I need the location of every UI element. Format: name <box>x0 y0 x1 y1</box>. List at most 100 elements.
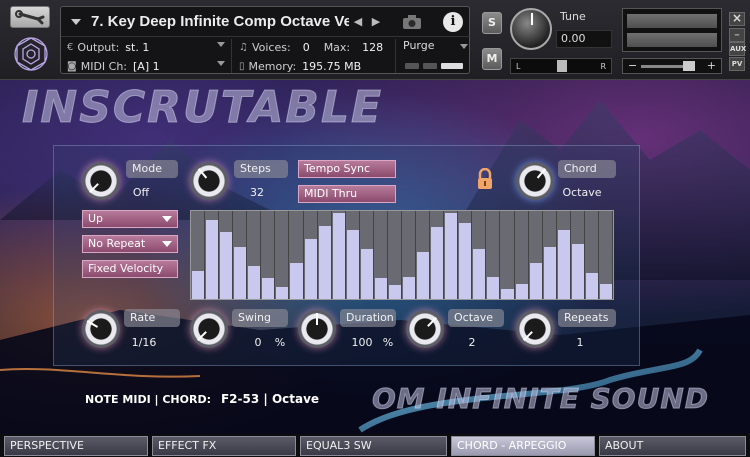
tab-effect-fx[interactable]: EFFECT FX <box>152 436 296 456</box>
step-column[interactable] <box>458 211 473 299</box>
output-row[interactable]: € Output: st. 1 <box>67 38 225 56</box>
step-column[interactable] <box>191 211 206 299</box>
voices-row: ♫ Voices: 0 Max: 128 <box>239 38 383 56</box>
purge-meter <box>423 63 437 69</box>
midi-channel-row[interactable]: ◙ MIDI Ch: [A] 1 <box>67 57 225 75</box>
volume-slider[interactable]: − + <box>622 58 722 74</box>
step-column[interactable] <box>388 211 402 299</box>
tune-knob[interactable] <box>510 8 552 50</box>
close-icon[interactable]: × <box>729 12 745 26</box>
step-bar <box>501 289 514 299</box>
solo-button[interactable]: S <box>482 12 502 34</box>
step-column[interactable] <box>430 211 445 299</box>
minimize-icon[interactable]: − <box>729 28 745 42</box>
tab-equal3-sw[interactable]: EQUAL3 SW <box>300 436 447 456</box>
tab-about[interactable]: ABOUT <box>599 436 746 456</box>
midi-thru-button[interactable]: MIDI Thru <box>298 185 396 203</box>
volume-minus-icon[interactable]: − <box>628 59 637 72</box>
max-voices-value[interactable]: 128 <box>362 41 383 54</box>
instrument-name[interactable]: 7. Key Deep Infinite Comp Octave Velo <box>91 13 349 30</box>
step-bar <box>304 239 317 299</box>
repeat-mode-dropdown[interactable]: No Repeat <box>82 235 178 253</box>
volume-handle[interactable] <box>683 61 695 71</box>
tab-perspective[interactable]: PERSPECTIVE <box>4 436 148 456</box>
step-bar <box>459 223 472 299</box>
tune-value[interactable]: 0.00 <box>556 30 612 48</box>
step-column[interactable] <box>515 211 529 299</box>
direction-dropdown-icon <box>162 216 172 222</box>
rate-knob[interactable] <box>82 310 120 348</box>
step-column[interactable] <box>374 211 388 299</box>
collapse-arrow-icon[interactable] <box>71 18 81 25</box>
aux-button[interactable]: AUX <box>729 42 746 56</box>
output-dropdown-icon[interactable] <box>217 42 225 47</box>
chord-knob[interactable] <box>516 162 554 200</box>
direction-value: Up <box>88 212 104 225</box>
step-column[interactable] <box>543 211 557 299</box>
pv-button[interactable]: PV <box>729 57 745 71</box>
purge-dropdown-icon <box>460 44 468 49</box>
step-column[interactable] <box>557 211 571 299</box>
step-bar <box>332 213 345 299</box>
step-column[interactable] <box>233 211 248 299</box>
swing-knob[interactable] <box>190 310 228 348</box>
previous-instrument-icon[interactable]: ◀ <box>349 15 367 28</box>
steps-knob[interactable] <box>190 162 228 200</box>
step-column[interactable] <box>402 211 417 299</box>
step-sequencer-grid[interactable] <box>190 210 614 300</box>
repeats-knob[interactable] <box>516 310 554 348</box>
step-column[interactable] <box>599 211 613 299</box>
octave-knob[interactable] <box>406 310 444 348</box>
tempo-sync-button[interactable]: Tempo Sync <box>298 160 396 178</box>
step-column[interactable] <box>332 211 346 299</box>
step-bar <box>220 232 233 299</box>
step-column[interactable] <box>585 211 599 299</box>
step-column[interactable] <box>472 211 487 299</box>
octave-label: Octave <box>448 309 504 327</box>
camera-icon[interactable] <box>401 13 423 31</box>
step-column[interactable] <box>444 211 459 299</box>
output-value[interactable]: st. 1 <box>125 41 149 54</box>
lock-icon[interactable] <box>476 167 494 190</box>
step-column[interactable] <box>346 211 360 299</box>
duration-knob[interactable] <box>298 310 336 348</box>
next-instrument-icon[interactable]: ▶ <box>367 15 385 28</box>
rate-label: Rate <box>124 309 180 327</box>
step-bar <box>276 287 289 299</box>
step-bar <box>318 226 331 299</box>
step-column[interactable] <box>205 211 220 299</box>
step-column[interactable] <box>275 211 290 299</box>
step-column[interactable] <box>219 211 234 299</box>
step-column[interactable] <box>360 211 374 299</box>
mode-knob[interactable] <box>82 162 120 200</box>
step-bar <box>515 284 528 299</box>
wrench-icon[interactable] <box>10 6 50 28</box>
step-column[interactable] <box>416 211 431 299</box>
swing-unit: % <box>274 336 286 349</box>
pan-handle[interactable] <box>557 60 567 72</box>
purge-dropdown[interactable]: Purge <box>403 39 468 52</box>
velocity-mode-button[interactable]: Fixed Velocity <box>82 260 178 278</box>
step-column[interactable] <box>247 211 262 299</box>
swing-label: Swing <box>232 309 288 327</box>
step-column[interactable] <box>304 211 318 299</box>
step-column[interactable] <box>500 211 515 299</box>
kontakt-logo-icon <box>10 34 52 74</box>
step-column[interactable] <box>261 211 276 299</box>
midi-channel-value[interactable]: [A] 1 <box>133 60 160 73</box>
mode-value: Off <box>132 186 150 199</box>
step-column[interactable] <box>571 211 585 299</box>
pan-slider[interactable]: L R <box>510 58 612 74</box>
volume-plus-icon[interactable]: + <box>707 59 716 72</box>
step-column[interactable] <box>289 211 304 299</box>
direction-dropdown[interactable]: Up <box>82 210 178 228</box>
step-column[interactable] <box>486 211 501 299</box>
midi-dropdown-icon[interactable] <box>217 61 225 66</box>
step-column[interactable] <box>318 211 332 299</box>
purge-meter <box>405 63 419 69</box>
repeats-value: 1 <box>576 336 584 349</box>
info-icon[interactable]: i <box>443 12 463 32</box>
mute-button[interactable]: M <box>482 48 502 70</box>
step-column[interactable] <box>529 211 543 299</box>
tab-chord-arpeggio[interactable]: CHORD - ARPEGGIO <box>451 436 595 456</box>
